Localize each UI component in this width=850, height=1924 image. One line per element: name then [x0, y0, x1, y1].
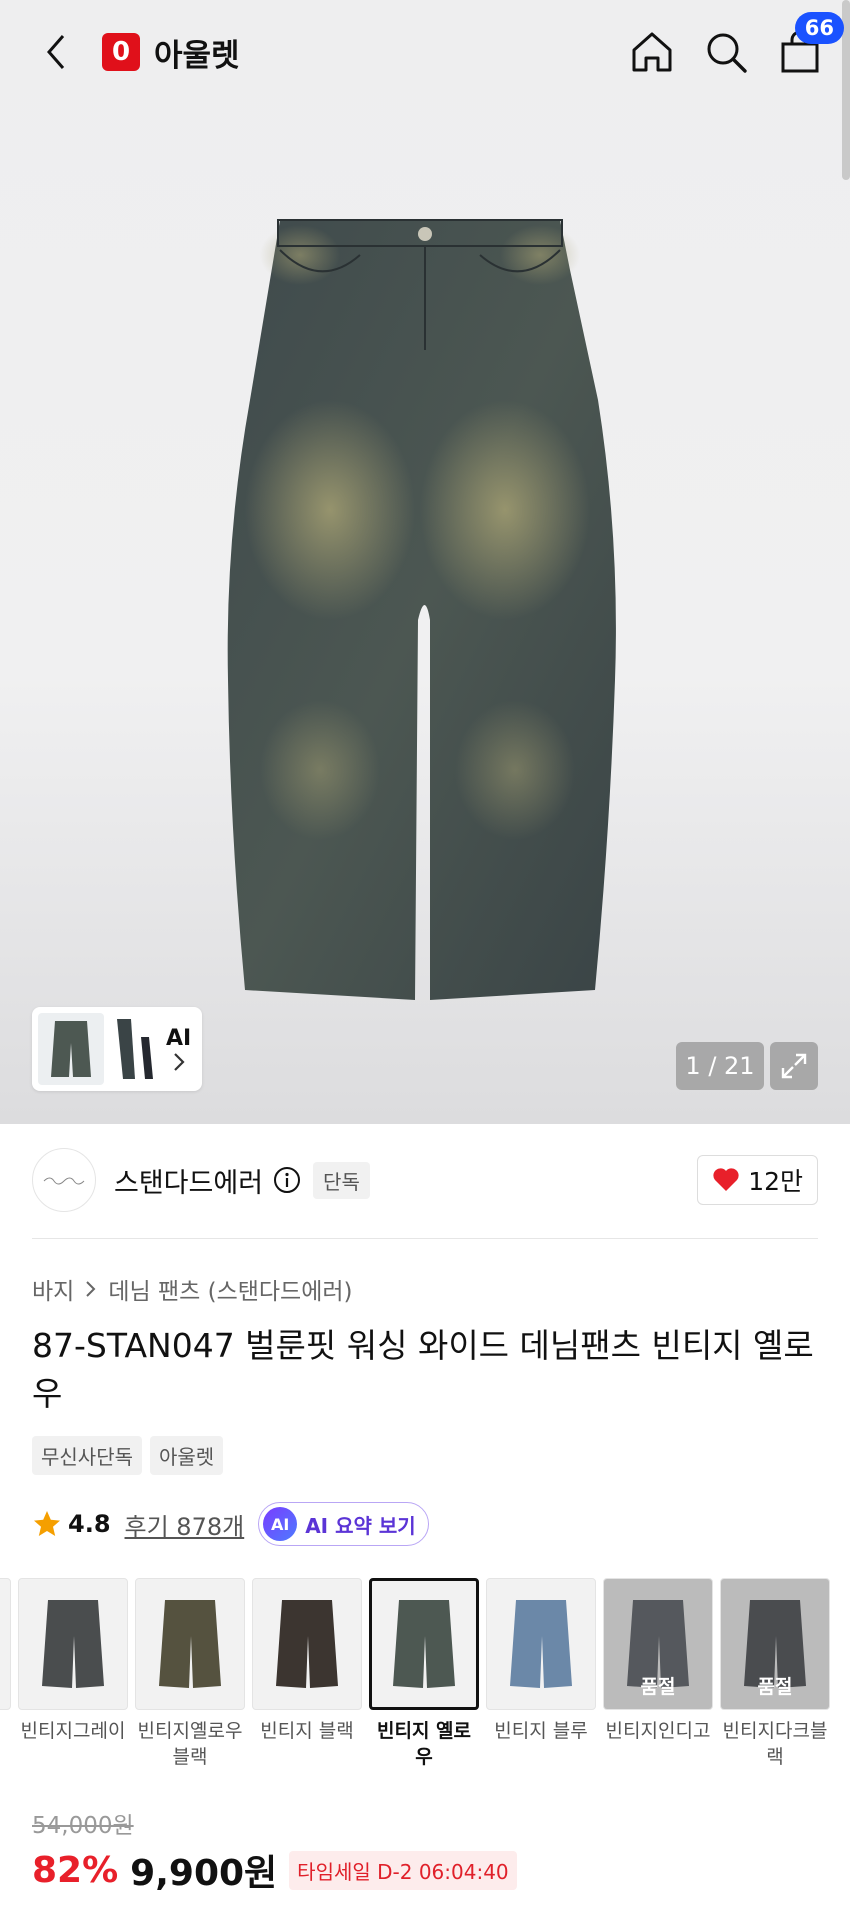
cart-button[interactable]: 66 [776, 12, 844, 76]
outlet-logo[interactable]: 0 [102, 33, 140, 71]
ai-label-text: AI [166, 1025, 192, 1051]
color-option-image [135, 1578, 245, 1710]
breadcrumb-subcategory[interactable]: 데님 팬츠 (스탠다드에러) [108, 1272, 352, 1306]
color-option-label: 빈티지인디고 [605, 1720, 711, 1742]
brand-avatar[interactable] [32, 1148, 96, 1212]
color-option[interactable]: 빈티지 블랙 [252, 1578, 362, 1744]
back-button[interactable] [26, 22, 86, 82]
brand-logo-icon [43, 1177, 85, 1185]
home-button[interactable] [628, 28, 676, 76]
color-option-image [18, 1578, 128, 1710]
color-option[interactable]: 빈티지그레이 [18, 1578, 128, 1744]
discount-rate: 82% [32, 1849, 119, 1891]
expand-button[interactable] [770, 1042, 818, 1090]
thumbnail-jeans-model [110, 1013, 160, 1085]
soldout-overlay: 품절 [721, 1579, 829, 1709]
heart-icon [713, 1168, 739, 1191]
product-image [227, 219, 616, 1000]
color-option[interactable]: 빈티지 블루 [486, 1578, 596, 1744]
cart-count-badge: 66 [794, 12, 844, 44]
like-count: 12만 [748, 1167, 803, 1196]
color-option-label: 빈티지 블랙 [260, 1720, 354, 1742]
search-button[interactable] [702, 28, 750, 76]
color-option[interactable]: 품절빈티지다크블랙 [720, 1578, 830, 1770]
color-option-image: 품절 [603, 1578, 713, 1710]
image-counter: 1 / 21 [676, 1042, 764, 1090]
chevron-left-icon [47, 35, 65, 69]
tag-musinsa-exclusive: 무신사단독 [32, 1436, 142, 1475]
home-icon [632, 32, 672, 72]
color-option-image: 품절 [720, 1578, 830, 1710]
tag-outlet: 아울렛 [150, 1436, 224, 1475]
chevron-right-icon [86, 1281, 96, 1297]
color-option[interactable]: 빈티지옐로우블랙 [135, 1578, 245, 1770]
thumbnail-jeans-front [38, 1013, 104, 1085]
color-option[interactable]: 빈티지 옐로우 [369, 1578, 479, 1770]
color-options: 트 빈티지그레이 빈티지옐로우블랙 빈티지 블랙 빈티지 옐로우 빈티지 블루 품절빈티지인… [0, 1578, 850, 1778]
top-nav: 0 아울렛 66 [0, 0, 850, 104]
original-price: 54,000원 [32, 1813, 134, 1839]
star-icon [34, 1511, 60, 1536]
exclusive-badge: 단독 [313, 1161, 370, 1199]
brand-name[interactable]: 스탠다드에러 [114, 1161, 263, 1200]
soldout-overlay: 품절 [604, 1579, 712, 1709]
product-image-gallery[interactable]: AI 1 / 21 [0, 0, 850, 1124]
color-option-image [369, 1578, 479, 1710]
ai-badge-icon: AI [263, 1507, 298, 1541]
color-option-image [486, 1578, 596, 1710]
ai-summary-label: AI 요약 보기 [305, 1513, 416, 1538]
divider [32, 1238, 818, 1239]
ai-more-label[interactable]: AI [166, 1026, 191, 1073]
brand-row: 스탠다드에러 단독 12만 [32, 1148, 818, 1212]
search-icon [707, 33, 747, 73]
color-option-label: 빈티지 블루 [494, 1720, 588, 1742]
color-option-label: 트 [0, 1718, 11, 1744]
ai-thumbnail-strip[interactable]: AI [32, 1007, 202, 1091]
color-option-image [252, 1578, 362, 1710]
product-tags: 무신사단독 아울렛 [32, 1436, 224, 1475]
chevron-right-icon [173, 1052, 185, 1071]
like-button[interactable]: 12만 [697, 1155, 818, 1205]
expand-icon [781, 1053, 807, 1079]
color-option-label: 빈티지다크블랙 [722, 1720, 828, 1768]
info-icon[interactable] [273, 1166, 301, 1194]
review-count-link[interactable]: 후기 878개 [125, 1507, 245, 1542]
rating-row: 4.8 후기 878개 AI AI 요약 보기 [32, 1502, 429, 1546]
ai-summary-button[interactable]: AI AI 요약 보기 [258, 1502, 429, 1546]
color-option-label: 빈티지 옐로우 [376, 1720, 471, 1768]
price-row: 82% 9,900원 타임세일 D-2 06:04:40 [32, 1844, 517, 1896]
breadcrumb: 바지 데님 팬츠 (스탠다드에러) [32, 1272, 353, 1306]
color-option-label: 빈티지옐로우블랙 [137, 1720, 243, 1768]
sale-price: 9,900원 [130, 1853, 278, 1894]
product-title: 87-STAN047 벌룬핏 워싱 와이드 데님팬츠 빈티지 옐로우 [32, 1326, 814, 1413]
color-option-image [0, 1578, 11, 1710]
rating-score: 4.8 [68, 1510, 111, 1538]
breadcrumb-category[interactable]: 바지 [32, 1272, 74, 1306]
outlet-title[interactable]: 아울렛 [154, 30, 240, 75]
color-option[interactable]: 트 [0, 1578, 11, 1744]
timesale-badge: 타임세일 D-2 06:04:40 [289, 1850, 517, 1890]
color-option-label: 빈티지그레이 [20, 1720, 126, 1742]
color-option[interactable]: 품절빈티지인디고 [603, 1578, 713, 1744]
